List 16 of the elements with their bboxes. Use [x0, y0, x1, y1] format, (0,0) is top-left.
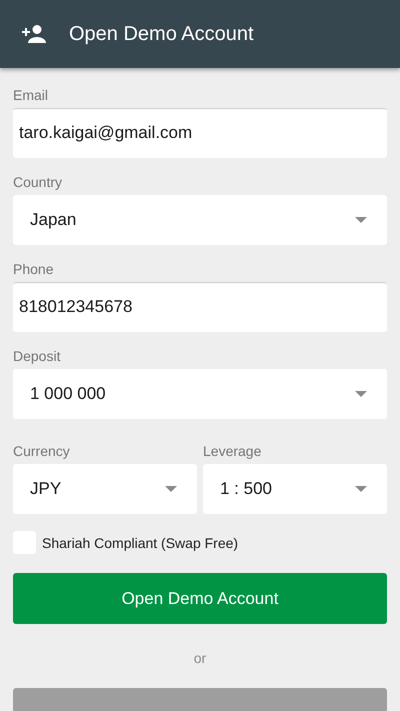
open-account-button[interactable]: Open Demo Account: [13, 573, 387, 624]
input-field[interactable]: taro.kaigai@gmail.com: [13, 108, 387, 158]
field-label: Country: [13, 173, 64, 191]
select-field[interactable]: 1 : 500: [203, 464, 387, 514]
field-label: Email: [13, 86, 50, 104]
checkbox-label: Shariah Compliant (Swap Free): [42, 534, 238, 550]
screen-title: Open Demo Account: [69, 22, 254, 46]
input-field[interactable]: 818012345678: [13, 282, 387, 332]
select-field[interactable]: JPY: [13, 464, 197, 514]
field-label: Deposit: [13, 347, 62, 365]
field-label: Leverage: [203, 442, 262, 460]
field-label: Currency: [13, 442, 71, 460]
separator-text: or: [194, 650, 206, 666]
field-label: Phone: [13, 260, 54, 278]
select-field[interactable]: 1 000 000: [13, 369, 387, 419]
select-field[interactable]: Japan: [13, 195, 387, 245]
